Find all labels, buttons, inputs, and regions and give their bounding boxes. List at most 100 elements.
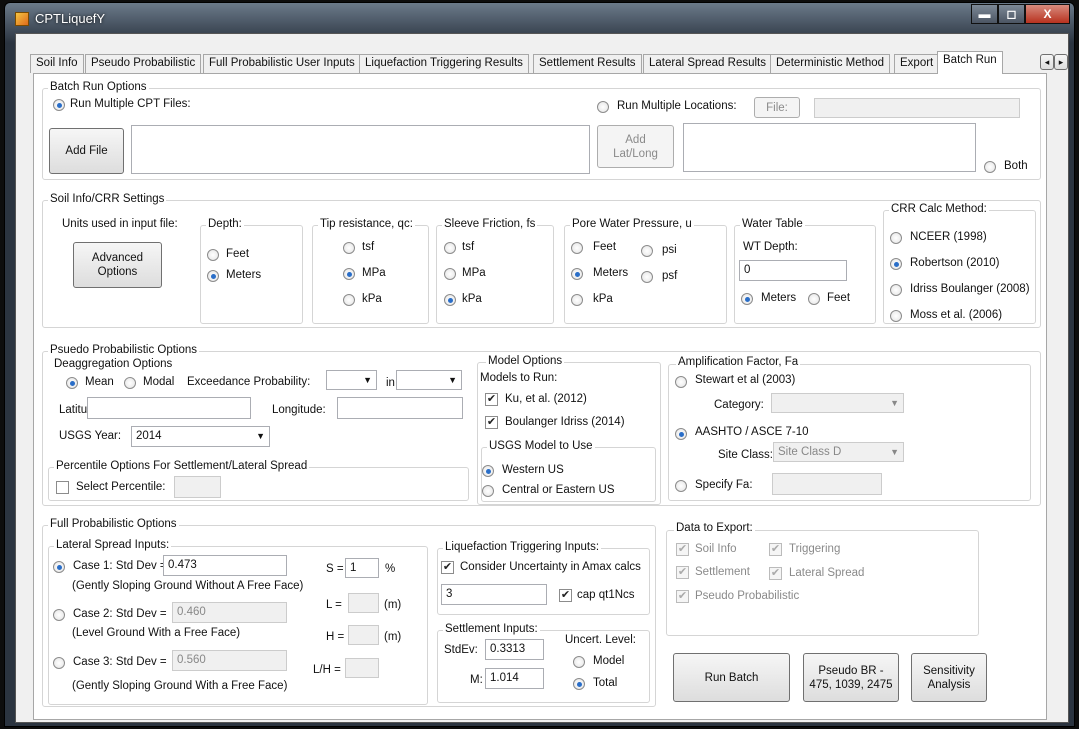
usgs-year-select[interactable]: 2014 ▼ xyxy=(131,426,270,447)
latitude-input[interactable] xyxy=(87,397,251,419)
case3-input[interactable]: 0.560 xyxy=(172,650,287,671)
cap-qt1ncs-checkbox[interactable]: ✔ xyxy=(559,589,572,602)
pore-meters-label: Meters xyxy=(593,267,629,279)
units-label: Units used in input file: xyxy=(62,218,178,230)
depth-meters-radio[interactable] xyxy=(207,270,219,282)
aashto-label: AASHTO / ASCE 7-10 xyxy=(695,426,809,438)
pseudo-br-button[interactable]: Pseudo BR -475, 1039, 2475 xyxy=(803,653,899,702)
tip-tsf-radio[interactable] xyxy=(343,242,355,254)
wt-depth-input[interactable]: 0 xyxy=(739,260,847,281)
site-class-select[interactable]: Site Class D ▼ xyxy=(773,442,904,462)
maximize-button[interactable]: ◻ xyxy=(998,4,1025,24)
boulanger-checkbox[interactable]: ✔ xyxy=(485,416,498,429)
file-button[interactable]: File: xyxy=(754,97,800,118)
crr-nceer-radio[interactable] xyxy=(890,232,902,244)
exceedance-select[interactable]: ▼ xyxy=(326,370,377,390)
tab-export[interactable]: Export xyxy=(894,54,940,73)
sleeve-tsf-radio[interactable] xyxy=(444,242,456,254)
longitude-input[interactable] xyxy=(337,397,463,419)
sensitivity-analysis-button[interactable]: Sensitivity Analysis xyxy=(911,653,987,702)
h-input[interactable] xyxy=(348,625,379,645)
export-soil-info-checkbox[interactable]: ✔ xyxy=(676,543,689,556)
pore-psf-radio[interactable] xyxy=(641,271,653,283)
tab-batch-run[interactable]: Batch Run xyxy=(937,51,1003,74)
locations-file-input[interactable] xyxy=(814,98,1020,118)
cpt-files-list[interactable] xyxy=(131,125,590,174)
tab-pseudo-probabilistic[interactable]: Pseudo Probabilistic xyxy=(85,54,202,73)
l-input[interactable] xyxy=(348,593,379,613)
wt-meters-radio[interactable] xyxy=(741,293,753,305)
modal-radio[interactable] xyxy=(124,377,136,389)
pore-feet-radio[interactable] xyxy=(571,242,583,254)
minimize-button[interactable]: ▬ xyxy=(971,4,998,24)
crr-idriss-radio[interactable] xyxy=(890,284,902,296)
tab-liquefaction-triggering[interactable]: Liquefaction Triggering Results xyxy=(359,54,529,73)
tab-scroll-right-icon[interactable]: ▸ xyxy=(1054,54,1068,70)
export-settlement-checkbox[interactable]: ✔ xyxy=(676,566,689,579)
crr-robertson-radio[interactable] xyxy=(890,258,902,270)
deaggregation-title: Deaggregation Options xyxy=(52,358,175,370)
sleeve-mpa-radio[interactable] xyxy=(444,268,456,280)
tab-scroll-left-icon[interactable]: ◂ xyxy=(1040,54,1054,70)
uncertainty-total-radio[interactable] xyxy=(573,678,585,690)
chevron-down-icon: ▼ xyxy=(890,447,899,457)
crr-moss-radio[interactable] xyxy=(890,310,902,322)
consider-uncertainty-checkbox[interactable]: ✔ xyxy=(441,561,454,574)
stdev-input[interactable]: 0.3313 xyxy=(485,639,544,660)
percentile-input[interactable] xyxy=(174,476,221,498)
specify-fa-radio[interactable] xyxy=(675,480,687,492)
tab-soil-info[interactable]: Soil Info xyxy=(30,54,84,73)
tab-settlement-results[interactable]: Settlement Results xyxy=(533,54,642,73)
case2-radio[interactable] xyxy=(53,609,65,621)
lh-input[interactable] xyxy=(345,658,379,678)
advanced-options-button[interactable]: Advanced Options xyxy=(73,242,162,288)
case2-input[interactable]: 0.460 xyxy=(172,602,287,623)
central-eastern-radio[interactable] xyxy=(482,485,494,497)
case1-input[interactable]: 0.473 xyxy=(163,555,287,576)
close-button[interactable]: X xyxy=(1025,4,1070,24)
period-select[interactable]: ▼ xyxy=(396,370,462,390)
tip-kpa-radio[interactable] xyxy=(343,294,355,306)
m-input[interactable]: 1.014 xyxy=(485,668,544,689)
mean-radio[interactable] xyxy=(66,377,78,389)
run-multiple-locations-radio[interactable] xyxy=(597,101,609,113)
sleeve-kpa-label: kPa xyxy=(462,293,482,305)
s-input[interactable]: 1 xyxy=(345,558,379,578)
depth-feet-radio[interactable] xyxy=(207,249,219,261)
add-latlong-button[interactable]: Add Lat/Long xyxy=(597,125,674,168)
ku-checkbox[interactable]: ✔ xyxy=(485,393,498,406)
select-percentile-checkbox[interactable] xyxy=(56,481,69,494)
tab-lateral-spread-results[interactable]: Lateral Spread Results xyxy=(643,54,772,73)
specify-fa-input[interactable] xyxy=(772,473,882,495)
add-latlong-label-2: Lat/Long xyxy=(613,147,658,160)
pore-meters-radio[interactable] xyxy=(571,268,583,280)
latlong-list[interactable] xyxy=(683,123,976,172)
aashto-radio[interactable] xyxy=(675,428,687,440)
case1-radio[interactable] xyxy=(53,561,65,573)
pore-kpa-radio[interactable] xyxy=(571,294,583,306)
add-file-button[interactable]: Add File xyxy=(49,128,124,174)
export-lateral-spread-checkbox[interactable]: ✔ xyxy=(769,567,782,580)
run-batch-button[interactable]: Run Batch xyxy=(673,653,790,702)
tip-mpa-radio[interactable] xyxy=(343,268,355,280)
modal-label: Modal xyxy=(143,376,175,388)
run-multiple-locations-label: Run Multiple Locations: xyxy=(617,100,737,112)
pore-psi-radio[interactable] xyxy=(641,245,653,257)
case3-radio[interactable] xyxy=(53,657,65,669)
western-us-radio[interactable] xyxy=(482,465,494,477)
export-triggering-checkbox[interactable]: ✔ xyxy=(769,543,782,556)
m-label: M: xyxy=(470,674,483,686)
export-pseudo-checkbox[interactable]: ✔ xyxy=(676,590,689,603)
both-radio[interactable] xyxy=(984,161,996,173)
uncertainty-model-radio[interactable] xyxy=(573,656,585,668)
tab-deterministic-method[interactable]: Deterministic Method xyxy=(770,54,891,73)
case3-label: Case 3: Std Dev = xyxy=(73,656,167,668)
wt-feet-radio[interactable] xyxy=(808,293,820,305)
depth-meters-label: Meters xyxy=(226,269,262,281)
category-select[interactable]: ▼ xyxy=(771,393,904,413)
sleeve-kpa-radio[interactable] xyxy=(444,294,456,306)
stewart-radio[interactable] xyxy=(675,376,687,388)
triggering-value-input[interactable]: 3 xyxy=(441,584,547,605)
tab-full-probabilistic[interactable]: Full Probabilistic User Inputs xyxy=(203,54,361,73)
run-multiple-cpt-radio[interactable] xyxy=(53,99,65,111)
